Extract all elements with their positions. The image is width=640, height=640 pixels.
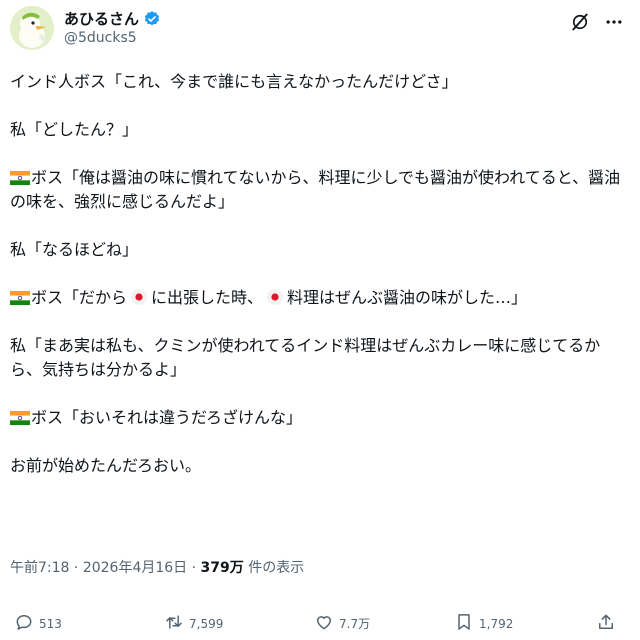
like-button[interactable]: 7.7万 [314, 612, 370, 635]
post-paragraph: ボス「俺は醤油の味に慣れてないから、料理に少しでも醤油が使われてると、醤油の味を… [10, 166, 630, 214]
repost-count: 7,599 [189, 616, 224, 631]
meta-separator: · [191, 560, 197, 576]
repost-icon [164, 612, 184, 635]
post-paragraph: インド人ボス「これ、今まで誰にも言えなかったんだけどさ」 [10, 70, 630, 94]
display-name[interactable]: あひるさん [64, 8, 139, 29]
like-icon [314, 612, 334, 635]
bookmark-count: 1,792 [479, 616, 514, 631]
paragraph-text: インド人ボス「これ、今まで誰にも言えなかったんだけどさ」 [10, 72, 458, 91]
paragraph-text: ボス「おいそれは違うだろざけんな」 [31, 408, 303, 427]
india-flag-icon [10, 168, 30, 185]
post-header: あひるさん @5ducks5 [10, 4, 630, 56]
views-count[interactable]: 379万 [201, 560, 244, 576]
bookmark-button[interactable]: 1,792 [454, 612, 513, 635]
post-meta: 午前7:18 · 2026年4月16日 · 379万 件の表示 [10, 557, 304, 577]
like-count: 7.7万 [339, 617, 371, 631]
bookmark-icon [454, 612, 474, 635]
avatar[interactable] [10, 6, 54, 50]
india-flag-icon [10, 288, 30, 305]
share-button[interactable] [596, 612, 616, 635]
post-paragraph: ボス「おいそれは違うだろざけんな」 [10, 406, 630, 430]
reply-icon [14, 612, 34, 635]
reply-button[interactable]: 513 [14, 612, 62, 635]
post-paragraph: 私「どしたん？」 [10, 118, 630, 142]
post-paragraph: 私「まあ実は私も、クミンが使われてるインド料理はぜんぶカレー味に感じてるから、気… [10, 334, 630, 382]
reply-count: 513 [39, 616, 62, 631]
verified-badge-icon [143, 10, 161, 28]
grok-icon[interactable] [570, 12, 590, 32]
handle[interactable]: @5ducks5 [64, 30, 137, 46]
views-label: 件の表示 [248, 560, 305, 576]
paragraph-text: 私「なるほどね」 [10, 240, 139, 259]
paragraph-text: ボス「俺は醤油の味に慣れてないから、料理に少しでも醤油が使われてると、醤油の味を… [10, 168, 621, 211]
paragraph-text: 私「まあ実は私も、クミンが使われてるインド料理はぜんぶカレー味に感じてるから、気… [10, 336, 601, 379]
india-flag-icon [10, 408, 30, 425]
post-time[interactable]: 午前7:18 [10, 560, 69, 576]
meta-separator: · [73, 560, 79, 576]
paragraph-text: お前が始めたんだろおい。 [10, 456, 202, 475]
share-icon [596, 612, 616, 635]
more-options-icon[interactable] [604, 12, 624, 32]
paragraph-text: ボス「だから [31, 288, 128, 307]
name-row: あひるさん [64, 8, 161, 29]
duck-avatar-image [10, 6, 54, 50]
japan-flag-icon [130, 288, 148, 306]
post-paragraph: 私「なるほどね」 [10, 238, 630, 262]
paragraph-text: 料理はぜんぶ醤油の味がした…」 [287, 288, 528, 307]
paragraph-text: に出張した時、 [151, 288, 264, 307]
paragraph-text: 私「どしたん？」 [10, 120, 139, 139]
post-paragraph: お前が始めたんだろおい。 [10, 454, 630, 478]
japan-flag-icon [266, 288, 284, 306]
post-text: インド人ボス「これ、今まで誰にも言えなかったんだけどさ」 私「どしたん？」 ボス… [10, 70, 630, 478]
post-date[interactable]: 2026年4月16日 [83, 560, 187, 576]
post-paragraph: ボス「だから に出張した時、 料理はぜんぶ醤油の味がした…」 [10, 286, 630, 310]
action-bar: 513 7,599 7.7万 1,792 [10, 612, 630, 636]
repost-button[interactable]: 7,599 [164, 612, 223, 635]
